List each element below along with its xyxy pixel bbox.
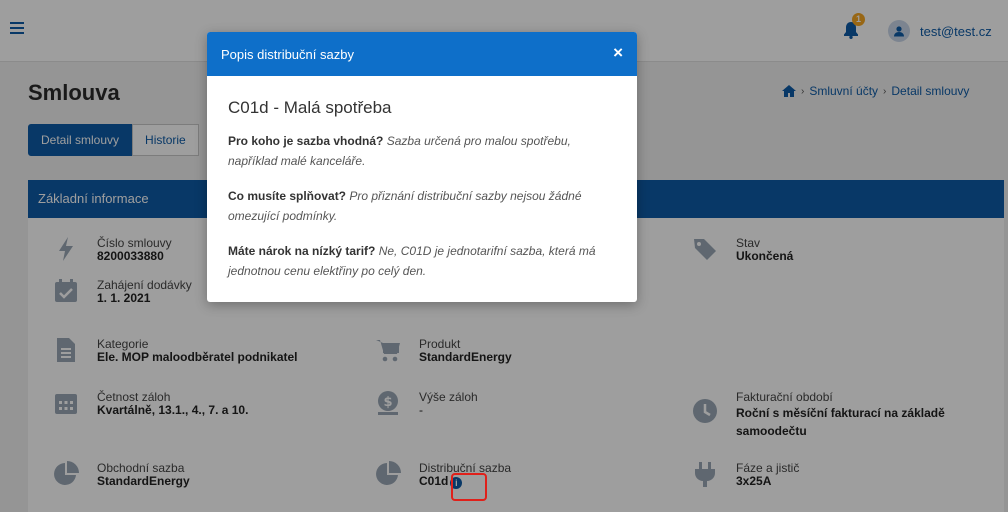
info-icon-highlight — [451, 473, 487, 501]
close-icon[interactable]: × — [613, 44, 623, 62]
modal-body: C01d - Malá spotřeba Pro koho je sazba v… — [207, 76, 637, 281]
modal-paragraph: Co musíte splňovat? Pro přiznání distrib… — [228, 186, 616, 226]
modal-paragraph: Máte nárok na nízký tarif? Ne, C01D je j… — [228, 241, 616, 281]
question: Pro koho je sazba vhodná? — [228, 134, 384, 148]
question: Co musíte splňovat? — [228, 189, 347, 203]
modal-title: Popis distribuční sazby — [221, 47, 354, 62]
modal-header: Popis distribuční sazby × — [207, 32, 637, 76]
question: Máte nárok na nízký tarif? — [228, 244, 376, 258]
modal-paragraph: Pro koho je sazba vhodná? Sazba určená p… — [228, 131, 616, 171]
distribution-rate-modal: Popis distribuční sazby × C01d - Malá sp… — [207, 32, 637, 302]
modal-heading: C01d - Malá spotřeba — [228, 98, 392, 117]
